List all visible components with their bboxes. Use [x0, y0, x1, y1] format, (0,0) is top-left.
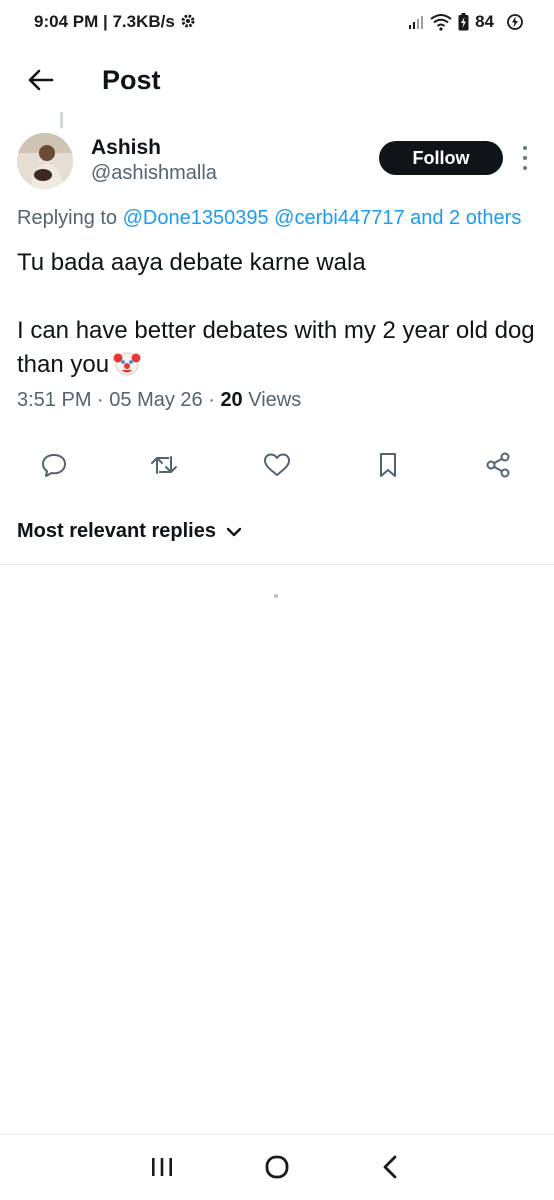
post-date[interactable]: 05 May 26: [109, 389, 202, 411]
follow-button[interactable]: Follow: [379, 141, 503, 175]
chevron-down-icon: [226, 527, 242, 536]
clock: 9:04 PM: [34, 12, 99, 31]
replying-to-line: Replying to @Done1350395 @cerbi447717 an…: [17, 207, 521, 230]
views-label: Views: [248, 389, 302, 411]
replies-sort-label: Most relevant replies: [17, 520, 216, 542]
signal-icon: [409, 16, 424, 29]
avatar-photo: [17, 133, 73, 189]
repost-button[interactable]: [146, 449, 182, 481]
reply-mention-2[interactable]: @cerbi447717: [274, 207, 404, 229]
nav-bar-divider: [0, 1134, 554, 1135]
like-button[interactable]: [259, 449, 295, 481]
loading-indicator: [274, 594, 278, 598]
bookmark-icon: [380, 453, 396, 477]
post-meta: 3:51 PM · 05 May 26 · 20 Views: [17, 389, 302, 411]
network-speed: 7.3KB/s: [112, 12, 175, 31]
status-bar-time: 9:04 PM | 7.3KB/s: [34, 12, 196, 32]
reply-button[interactable]: [36, 449, 72, 481]
reply-mention-others[interactable]: and 2 others: [410, 207, 521, 229]
heart-icon: [264, 453, 290, 476]
avatar[interactable]: [17, 133, 73, 189]
bookmark-button[interactable]: [370, 449, 406, 481]
arrow-left-icon: [28, 69, 54, 91]
replies-sort-dropdown[interactable]: Most relevant replies: [17, 520, 242, 543]
author-handle[interactable]: @ashishmalla: [91, 162, 217, 185]
thread-connector-line: [60, 112, 63, 128]
recent-apps-button[interactable]: [142, 1149, 182, 1185]
chevron-left-icon: [383, 1155, 397, 1179]
home-icon: [265, 1155, 289, 1179]
share-icon: [486, 452, 510, 478]
clown-face-emoji: [113, 352, 141, 376]
post-text: Tu bada aaya debate karne wala I can hav…: [17, 246, 542, 382]
recent-apps-icon: [152, 1158, 172, 1176]
reply-mention-1[interactable]: @Done1350395: [123, 207, 269, 229]
home-button[interactable]: [257, 1149, 297, 1185]
post-time[interactable]: 3:51 PM: [17, 389, 91, 411]
settings-icon: [181, 14, 195, 28]
replying-prefix: Replying to: [17, 207, 118, 229]
share-button[interactable]: [480, 449, 516, 481]
page-title: Post: [102, 65, 161, 95]
status-bar-icons: 84: [408, 12, 524, 32]
post-text-line-1: Tu bada aaya debate karne wala: [17, 249, 366, 276]
repost-icon: [151, 456, 177, 474]
more-vertical-icon-dot: [523, 166, 527, 170]
back-button[interactable]: [22, 62, 58, 98]
section-divider: [0, 564, 554, 565]
battery-level: 84: [475, 12, 494, 31]
wifi-icon: [430, 14, 452, 31]
author-display-name[interactable]: Ashish: [91, 136, 161, 160]
more-vertical-icon-dot: [523, 146, 527, 150]
more-options-button[interactable]: [516, 146, 534, 170]
post-text-line-2: I can have better debates with my 2 year…: [17, 317, 535, 378]
more-vertical-icon-dot: [523, 156, 527, 160]
views-count: 20: [220, 389, 243, 411]
system-back-button[interactable]: [370, 1149, 410, 1185]
comment-icon: [42, 454, 66, 477]
power-saving-icon: [507, 14, 523, 30]
battery-icon: [458, 13, 469, 31]
